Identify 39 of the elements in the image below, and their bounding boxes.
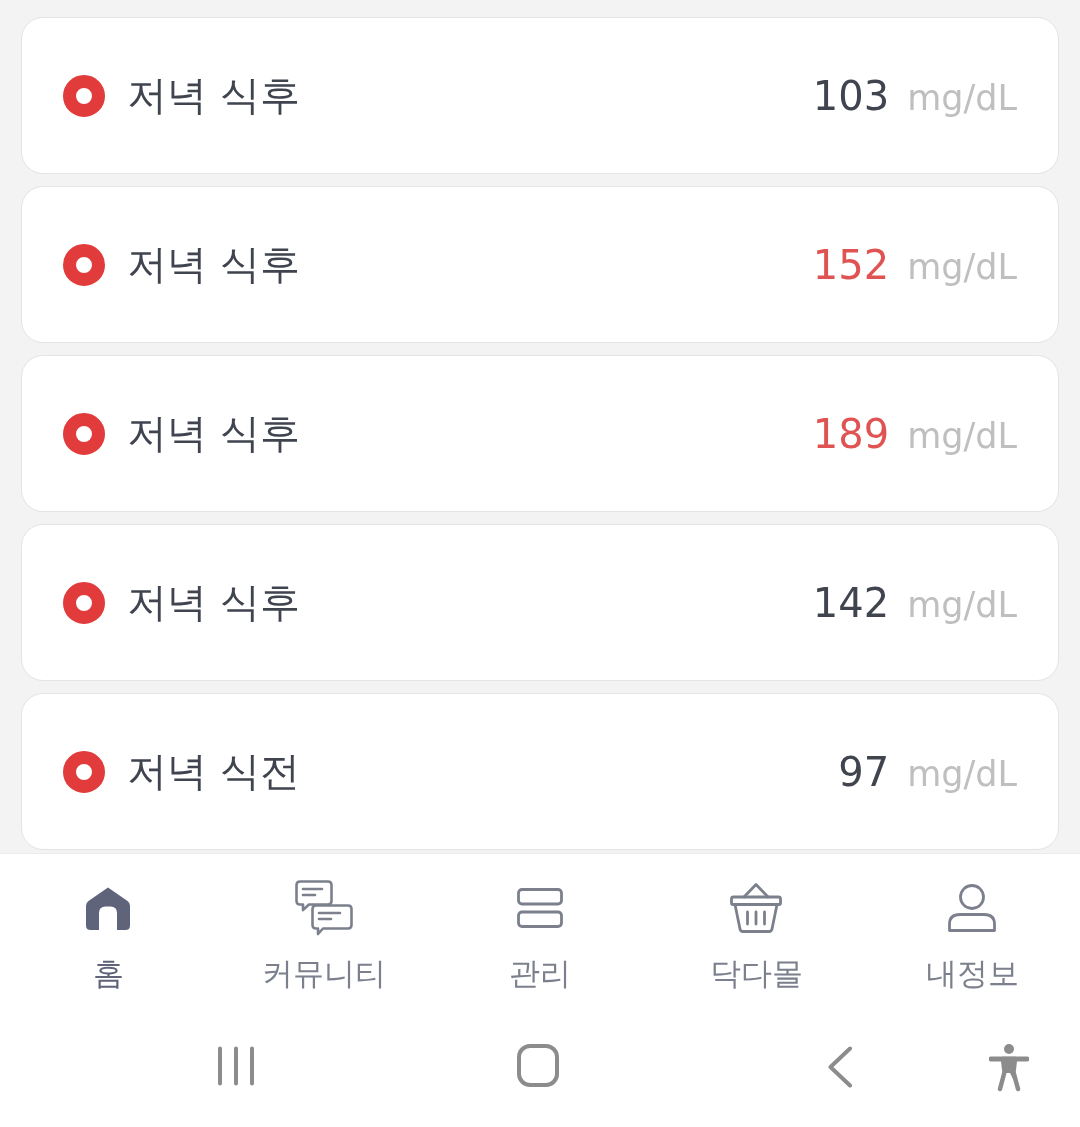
meal-time-label: 저녁 식후: [127, 578, 300, 627]
stacked-bars-icon: [517, 888, 563, 928]
meal-time-label: 저녁 식후: [127, 240, 300, 289]
house-icon: [86, 886, 130, 930]
home-button-icon[interactable]: [517, 1044, 559, 1087]
glucose-value: 152: [812, 241, 890, 288]
ring-icon: [63, 412, 105, 455]
reading-card[interactable]: 저녁 식후 103 mg/dL: [21, 17, 1059, 174]
glucose-value: 189: [812, 410, 890, 457]
meal-time-label: 저녁 식후: [127, 71, 300, 120]
nav-tab[interactable]: 내정보: [864, 854, 1080, 1002]
back-icon[interactable]: [827, 1046, 853, 1088]
reading-card[interactable]: 저녁 식후 152 mg/dL: [21, 186, 1059, 343]
meal-time-label: 저녁 식후: [127, 409, 300, 458]
accessibility-icon[interactable]: [989, 1044, 1029, 1092]
ring-icon: [63, 243, 105, 286]
ring-icon: [63, 74, 105, 117]
glucose-value: 142: [812, 579, 890, 626]
meal-time-label: 저녁 식전: [127, 747, 300, 796]
ring-icon: [63, 750, 105, 793]
glucose-value: 103: [812, 72, 890, 119]
unit-label: mg/dL: [907, 77, 1017, 118]
reading-card[interactable]: 저녁 식전 97 mg/dL: [21, 693, 1059, 850]
reading-card[interactable]: 저녁 식후 142 mg/dL: [21, 524, 1059, 681]
person-icon: [948, 884, 996, 932]
nav-tab[interactable]: 닥다몰: [648, 854, 864, 1002]
recent-apps-icon[interactable]: [217, 1046, 255, 1086]
glucose-value: 97: [838, 748, 890, 795]
unit-label: mg/dL: [907, 246, 1017, 287]
ring-icon: [63, 581, 105, 624]
unit-label: mg/dL: [907, 753, 1017, 794]
nav-tab[interactable]: 커뮤니티: [216, 854, 432, 1002]
unit-label: mg/dL: [907, 415, 1017, 456]
chat-bubbles-icon: [295, 880, 353, 936]
unit-label: mg/dL: [907, 584, 1017, 625]
reading-card[interactable]: 저녁 식후 189 mg/dL: [21, 355, 1059, 512]
nav-tab[interactable]: 관리: [432, 854, 648, 1002]
basket-icon: [730, 883, 782, 933]
nav-tab[interactable]: 홈: [0, 854, 216, 1002]
